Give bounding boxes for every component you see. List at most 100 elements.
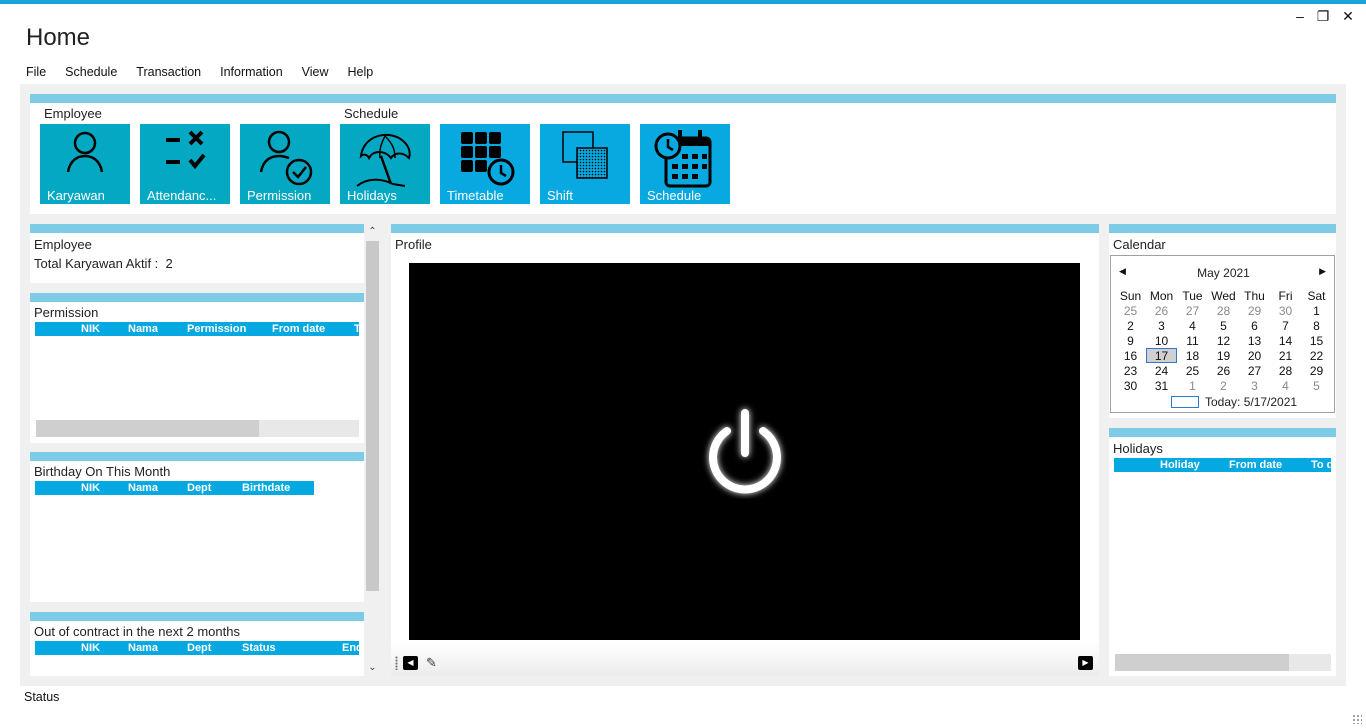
scroll-thumb[interactable] [36,420,259,437]
grid-clock-icon [461,132,515,186]
tile-timetable[interactable]: Timetable [440,124,530,204]
column-header[interactable]: From date [272,322,325,336]
menu-transaction[interactable]: Transaction [136,64,201,80]
shift-icon [562,131,608,179]
next-button[interactable]: ▶ [1078,656,1093,670]
calendar-day[interactable]: 30 [1115,378,1146,393]
calendar-day[interactable]: 25 [1115,303,1146,318]
calendar-day[interactable]: 24 [1146,363,1177,378]
minimize-button[interactable]: – [1290,8,1310,24]
birthday-panel: Birthday On This Month NIK Nama Dept Bir… [30,452,364,602]
calendar-day[interactable]: 10 [1146,333,1177,348]
tile-attendance[interactable]: Attendanc... [140,124,230,204]
month-calendar[interactable]: ◀ May 2021 ▶ Sun Mon Tue Wed Thu Fri Sat 25 26 27… [1110,255,1335,413]
calendar-day[interactable]: 29 [1301,363,1332,378]
calendar-day[interactable]: 14 [1270,333,1301,348]
calendar-day[interactable]: 30 [1270,303,1301,318]
column-header[interactable]: Birthdate [242,481,290,495]
menu-file[interactable]: File [26,64,46,80]
calendar-month-label[interactable]: May 2021 [1111,266,1336,280]
calendar-day[interactable]: 23 [1115,363,1146,378]
contract-panel: Out of contract in the next 2 months NIK… [30,612,364,676]
calendar-day[interactable]: 27 [1177,303,1208,318]
calendar-day[interactable]: 28 [1270,363,1301,378]
restore-button[interactable]: ❐ [1313,8,1333,24]
column-header[interactable]: NIK [81,481,100,495]
calendar-day[interactable]: 26 [1146,303,1177,318]
calendar-day[interactable]: 19 [1208,348,1239,363]
calendar-day[interactable]: 5 [1208,318,1239,333]
calendar-day[interactable]: 2 [1208,378,1239,393]
column-header[interactable]: NIK [81,641,100,655]
calendar-day[interactable]: 29 [1239,303,1270,318]
calendar-day[interactable]: 1 [1301,303,1332,318]
today-link[interactable]: Today: 5/17/2021 [1171,395,1297,409]
calendar-day[interactable]: 6 [1239,318,1270,333]
previous-button[interactable]: ◀ [403,656,418,670]
calendar-day[interactable]: 26 [1208,363,1239,378]
calendar-day[interactable]: 31 [1146,378,1177,393]
menu-view[interactable]: View [302,64,329,80]
calendar-day[interactable]: 13 [1239,333,1270,348]
scroll-up-arrow-icon[interactable]: ⌃ [364,224,381,240]
profile-video-area[interactable] [409,263,1080,640]
next-month-icon[interactable]: ▶ [1319,266,1326,277]
tile-shift[interactable]: Shift [540,124,630,204]
calendar-day[interactable]: 9 [1115,333,1146,348]
calendar-day[interactable]: 8 [1301,318,1332,333]
column-header[interactable]: To d [1311,458,1331,472]
column-header[interactable]: Permission [187,322,246,336]
total-employee-label: Total Karyawan Aktif : 2 [34,256,173,271]
calendar-day[interactable]: 7 [1270,318,1301,333]
tile-permission[interactable]: Permission [240,124,330,204]
calendar-day[interactable]: 22 [1301,348,1332,363]
profile-panel-title: Profile [395,237,432,252]
toolbar-grip [395,656,398,670]
calendar-day[interactable]: 28 [1208,303,1239,318]
scroll-thumb[interactable] [1115,654,1289,671]
calendar-day[interactable]: 17 [1146,348,1177,363]
calendar-day[interactable]: 16 [1115,348,1146,363]
column-header[interactable]: Holiday [1160,458,1200,472]
holidays-hscroll[interactable] [1115,654,1331,671]
column-header[interactable]: Nama [128,481,158,495]
calendar-day[interactable]: 20 [1239,348,1270,363]
scroll-down-arrow-icon[interactable]: ⌄ [364,660,381,676]
permission-hscroll[interactable] [36,420,359,437]
menu-schedule[interactable]: Schedule [65,64,117,80]
close-button[interactable]: ✕ [1338,8,1358,24]
calendar-day[interactable]: 4 [1270,378,1301,393]
calendar-day[interactable]: 1 [1177,378,1208,393]
weekday-header: Thu [1244,288,1265,303]
calendar-day[interactable]: 3 [1239,378,1270,393]
column-header[interactable]: Nama [128,641,158,655]
column-header[interactable]: End [342,641,359,655]
edit-pencil-icon[interactable]: ✎ [426,655,437,671]
tile-holidays[interactable]: Holidays [340,124,430,204]
column-header[interactable]: NIK [81,322,100,336]
calendar-day[interactable]: 15 [1301,333,1332,348]
scroll-thumb[interactable] [366,241,379,591]
menu-information[interactable]: Information [220,64,283,80]
calendar-day[interactable]: 25 [1177,363,1208,378]
calendar-day[interactable]: 5 [1301,378,1332,393]
calendar-day[interactable]: 12 [1208,333,1239,348]
menu-help[interactable]: Help [348,64,374,80]
tile-schedule[interactable]: Schedule [640,124,730,204]
calendar-day[interactable]: 27 [1239,363,1270,378]
calendar-day[interactable]: 11 [1177,333,1208,348]
column-header[interactable]: Status [242,641,276,655]
calendar-day[interactable]: 21 [1270,348,1301,363]
column-header[interactable]: Dept [187,481,211,495]
column-header[interactable]: From date [1229,458,1282,472]
calendar-day[interactable]: 2 [1115,318,1146,333]
left-vertical-scrollbar[interactable]: ⌃ ⌄ [364,224,381,676]
calendar-day[interactable]: 4 [1177,318,1208,333]
calendar-day[interactable]: 3 [1146,318,1177,333]
column-header[interactable]: Nama [128,322,158,336]
tile-karyawan[interactable]: Karyawan [40,124,130,204]
calendar-day[interactable]: 18 [1177,348,1208,363]
column-header[interactable]: Dept [187,641,211,655]
column-header[interactable]: T [354,322,359,336]
resize-grip-icon[interactable] [1352,714,1362,724]
